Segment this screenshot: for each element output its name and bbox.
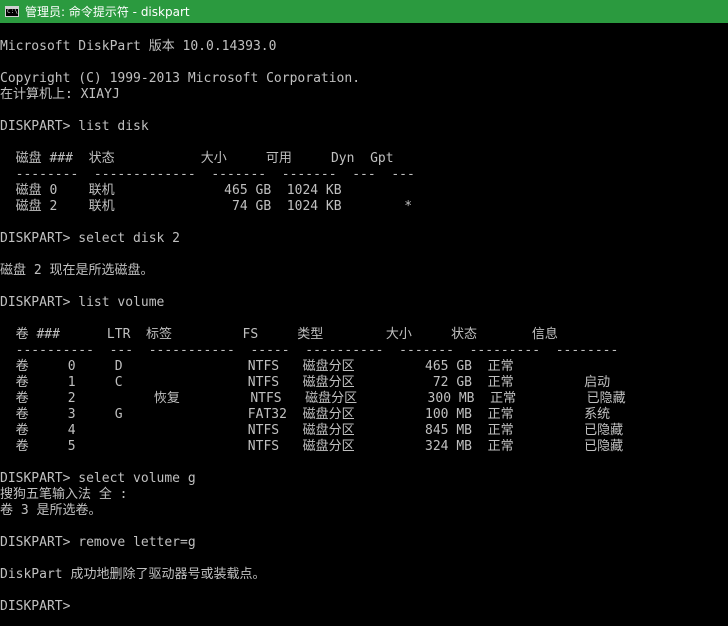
console-output[interactable]: Microsoft DiskPart 版本 10.0.14393.0 Copyr… [0,23,728,626]
console-line: DISKPART> remove letter=g [0,535,196,550]
console-line: 磁盘 ### 状态 大小 可用 Dyn Gpt [0,151,394,166]
console-line: DISKPART> select volume g [0,471,196,486]
window-title: 管理员: 命令提示符 - diskpart [25,5,190,19]
console-line: 卷 3 是所选卷。 [0,503,102,518]
console-prompt[interactable]: DISKPART> [0,599,70,615]
cmd-icon: C:\ [5,6,19,17]
console-line: 卷 2 恢复 NTFS 磁盘分区 300 MB 正常 已隐藏 [0,391,626,406]
console-line: ---------- --- ----------- ----- -------… [0,343,619,358]
console-line: -------- ------------- ------- ------- -… [0,167,415,182]
console-line: DISKPART> list disk [0,119,149,134]
console-line: 卷 0 D NTFS 磁盘分区 465 GB 正常 [0,359,514,374]
console-line: DiskPart 成功地删除了驱动器号或装载点。 [0,567,266,582]
console-line: DISKPART> list volume [0,295,165,310]
console-line: Microsoft DiskPart 版本 10.0.14393.0 [0,39,277,54]
console-line: 卷 4 NTFS 磁盘分区 845 MB 正常 已隐藏 [0,423,624,438]
console-line: 搜狗五笔输入法 全 : [0,487,128,502]
console-line: 卷 5 NTFS 磁盘分区 324 MB 正常 已隐藏 [0,439,624,454]
console-line: 卷 1 C NTFS 磁盘分区 72 GB 正常 启动 [0,375,611,390]
console-line: 磁盘 2 联机 74 GB 1024 KB * [0,199,413,214]
console-line: 卷 3 G FAT32 磁盘分区 100 MB 正常 系统 [0,407,611,422]
console-line: 在计算机上: XIAYJ [0,87,120,102]
console-line: Copyright (C) 1999-2013 Microsoft Corpor… [0,71,361,86]
console-line: 磁盘 0 联机 465 GB 1024 KB [0,183,342,198]
console-line: 磁盘 2 现在是所选磁盘。 [0,263,154,278]
console-line: DISKPART> select disk 2 [0,231,181,246]
console-line: 卷 ### LTR 标签 FS 类型 大小 状态 信息 [0,327,558,342]
title-bar: C:\ 管理员: 命令提示符 - diskpart [0,0,728,23]
